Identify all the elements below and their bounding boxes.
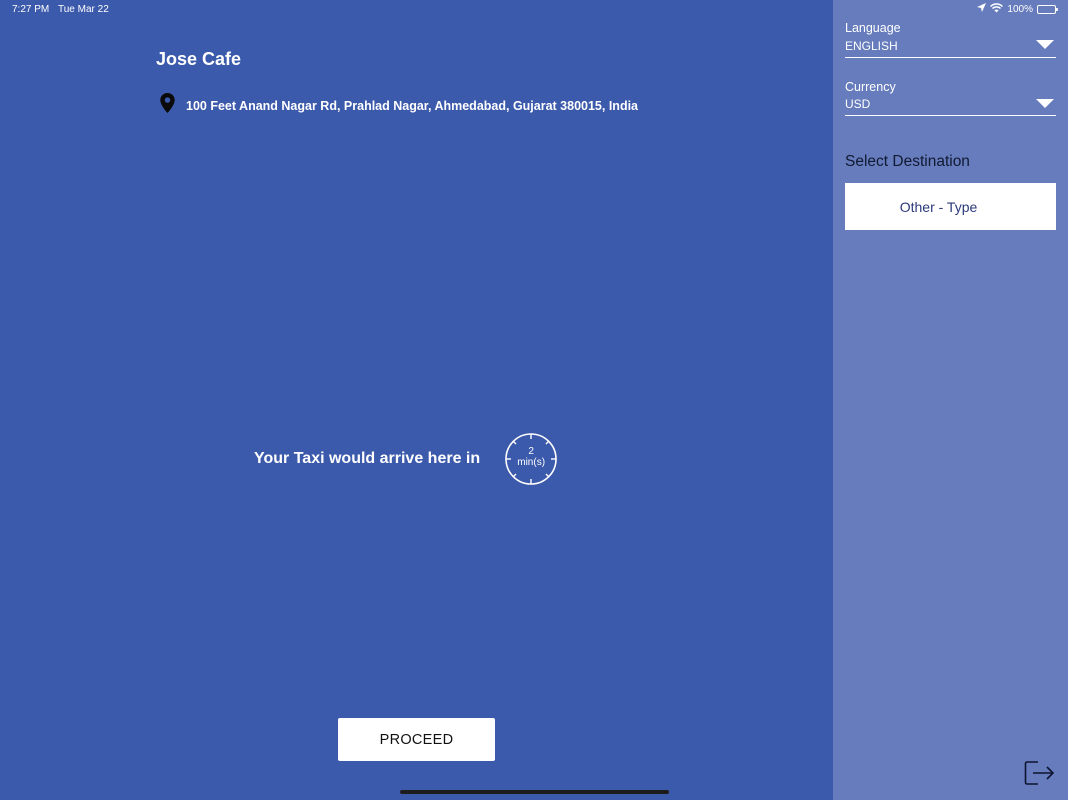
location-pin-icon [160,93,175,118]
logout-icon[interactable] [1024,760,1056,791]
timer-dial: 2 min(s) [504,432,558,486]
language-underline [845,57,1056,58]
destination-option-button[interactable]: Other - Type [845,183,1056,230]
status-icons: 100% [977,2,1058,16]
place-name: Jose Cafe [156,49,242,69]
address-row: 100 Feet Anand Nagar Rd, Prahlad Nagar, … [160,93,638,118]
timer-unit: min(s) [517,457,546,468]
home-indicator [400,790,669,794]
currency-underline [845,115,1056,116]
timer-value: 2 [528,446,534,457]
location-arrow-icon [977,3,987,15]
currency-value[interactable]: USD [845,97,870,111]
arrival-text: Your Taxi would arrive here in [254,450,481,467]
status-time: 7:27 PM [12,4,50,15]
chevron-down-icon[interactable] [1036,99,1054,108]
main-panel: 7:27 PM Tue Mar 22 Jose Cafe 100 Feet An… [0,0,833,800]
select-destination-title: Select Destination [845,153,970,170]
language-value[interactable]: ENGLISH [845,39,898,53]
language-label: Language [845,21,901,35]
currency-label: Currency [845,80,896,94]
battery-percent: 100% [1007,3,1033,15]
proceed-button[interactable]: PROCEED [338,718,495,761]
address-text: 100 Feet Anand Nagar Rd, Prahlad Nagar, … [186,98,639,113]
sidebar-panel: 100% Language ENGLISH Currency USD Selec… [833,0,1068,800]
chevron-down-icon[interactable] [1036,40,1054,49]
wifi-icon [990,2,1004,16]
battery-icon [1037,4,1058,14]
arrival-info: Your Taxi would arrive here in 2 min(s) [254,432,558,486]
status-date: Tue Mar 22 [58,4,109,15]
